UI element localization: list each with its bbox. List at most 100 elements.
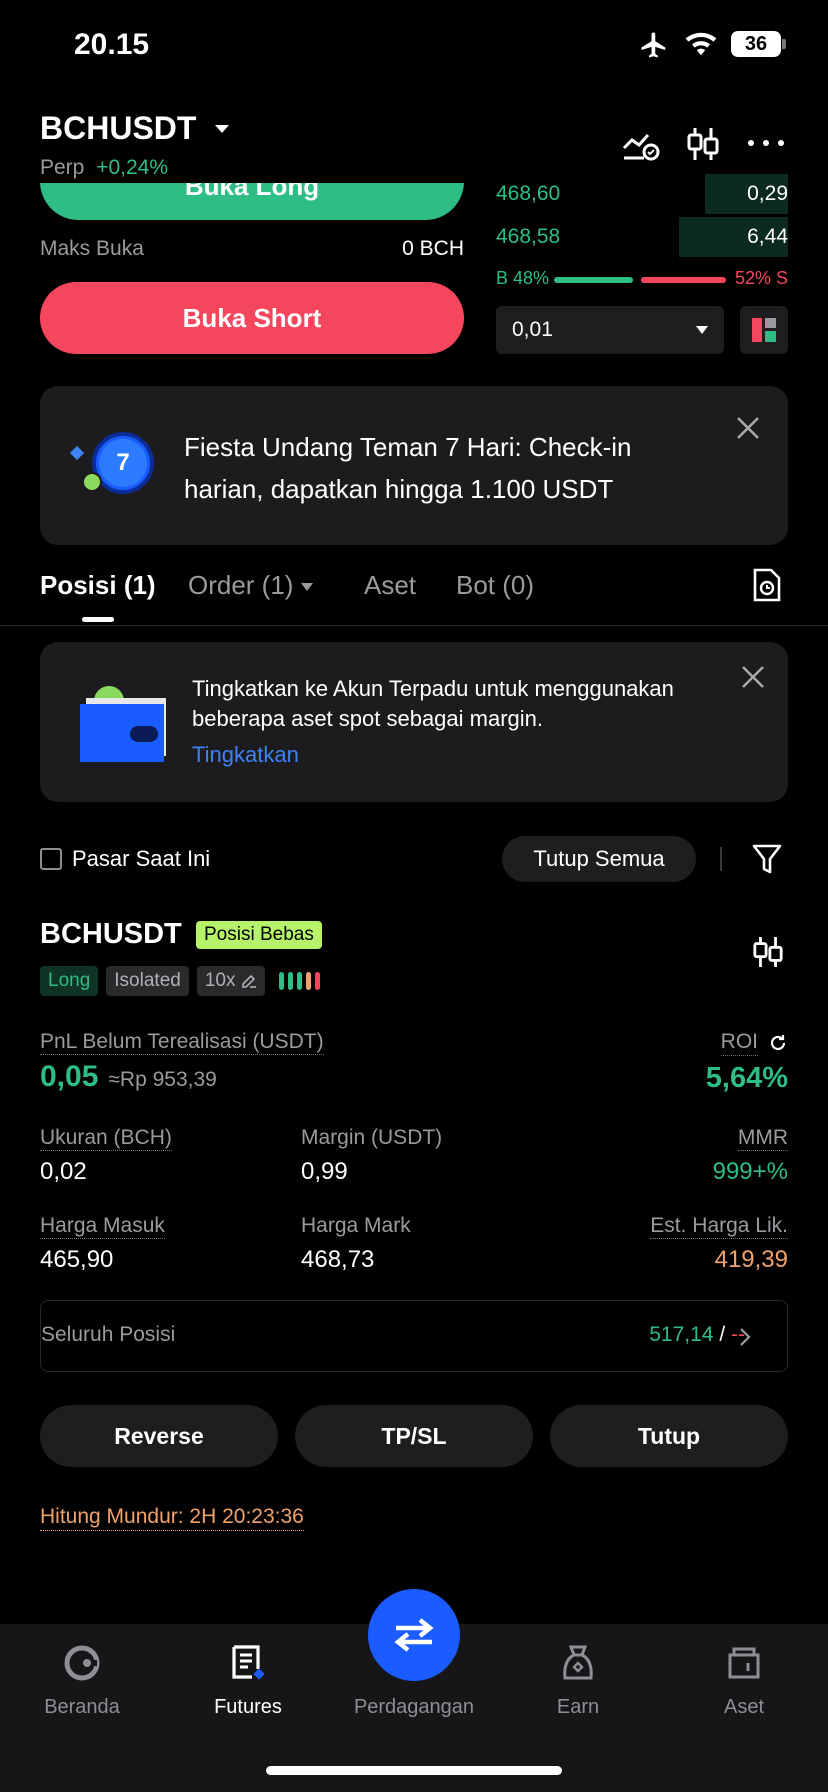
nav-assets[interactable]: Aset [669,1640,819,1719]
tab-active-indicator [82,617,114,622]
pnl-value-row: 0,05 ≈Rp 953,39 [40,1060,217,1094]
full-position-values: 517,14 / -- [649,1323,745,1347]
sell-short-label: Buka Short [182,302,322,333]
sell-short-button[interactable]: Buka Short [40,282,464,354]
home-icon [64,1645,100,1681]
tpsl-label: TP/SL [381,1422,447,1449]
close-icon[interactable] [742,666,764,688]
caret-down-icon [301,582,314,591]
reverse-button[interactable]: Reverse [40,1405,278,1467]
full-position-sep: / [719,1323,726,1346]
candlestick-icon[interactable] [686,126,720,162]
filter-icon[interactable] [752,843,782,875]
pnl-idr: ≈Rp 953,39 [108,1068,217,1091]
chart-line-icon[interactable] [622,128,660,162]
risk-level-icon [279,972,321,990]
dot [763,140,769,146]
orderbook-layout-icon [752,318,776,342]
position-symbol[interactable]: BCHUSDT [40,918,182,951]
nav-earn[interactable]: Earn [503,1640,653,1719]
close-icon[interactable] [736,416,760,440]
wifi-icon [685,32,717,56]
tab-bots-label: Bot (0) [456,570,535,600]
risk-bar [297,972,303,990]
symbol-title: BCHUSDT [40,110,197,146]
countdown[interactable]: Hitung Mundur: 2H 20:23:36 [40,1505,304,1531]
sell-ratio-label: 52% S [734,268,788,288]
close-position-button[interactable]: Tutup [550,1405,788,1467]
checkbox-box [40,848,62,870]
layout-toggle[interactable] [740,306,788,354]
pnl-label-text: PnL Belum Terealisasi (USDT) [40,1030,324,1055]
futures-icon [232,1645,265,1680]
promo-banner[interactable]: 7 Fiesta Undang Teman 7 Hari: Check-in h… [40,386,788,545]
mmr-value: 999+% [712,1158,788,1185]
margin-value: 0,99 [301,1158,348,1185]
symbol-selector[interactable]: BCHUSDT [40,110,230,147]
upgrade-text: Tingkatkan ke Akun Terpadu untuk menggun… [192,676,674,731]
orderbook-price: 468,60 [496,182,561,205]
buy-long-button[interactable]: Buka Long [40,183,464,220]
close-all-button[interactable]: Tutup Semua [502,836,696,882]
sell-ratio-bar [640,277,726,283]
max-open-label: Maks Buka [40,237,144,260]
full-position-label: Seluruh Posisi [41,1323,176,1346]
nav-assets-label: Aset [723,1696,765,1718]
upgrade-link[interactable]: Tingkatkan [192,742,299,768]
buy-sell-ratio: B 48% 52% S [496,268,788,292]
risk-bar [315,972,321,990]
dot [778,140,784,146]
max-open-value: 0 BCH [402,237,464,260]
nav-futures[interactable]: Futures [173,1640,323,1719]
position-badge: Posisi Bebas [196,921,322,949]
clock: 20.15 [74,28,150,61]
status-bar: 20.15 36 [0,0,828,90]
price-change-overlay: +0,24% [96,156,169,179]
promo-badge: 7 [116,449,130,476]
full-position-row[interactable]: Seluruh Posisi 517,14 / -- [40,1300,788,1372]
liq-value: 419,39 [714,1246,788,1273]
nav-futures-label: Futures [214,1696,282,1718]
countdown-text: Hitung Mundur: 2H 20:23:36 [40,1505,304,1528]
buy-ratio-label: B 48% [496,268,550,288]
current-market-checkbox[interactable]: Pasar Saat Ini [40,846,210,872]
tab-bots[interactable]: Bot (0) [456,570,534,601]
tab-positions[interactable]: Posisi (1) [40,570,156,601]
leverage-tag[interactable]: 10x [196,966,266,996]
full-position-value: 517,14 [649,1323,714,1346]
risk-bar [279,972,285,990]
orderbook-row[interactable]: 468,60 0,29 [496,174,788,214]
battery-cap [782,39,786,49]
entry-label-text: Harga Masuk [40,1214,165,1239]
dot [748,140,754,146]
roi-label[interactable]: ROI [720,1030,788,1056]
tab-orders-label: Order (1) [188,570,294,600]
wallet-icon [80,686,170,762]
precision-value: 0,01 [512,318,553,341]
size-label: Ukuran (BCH) [40,1126,172,1151]
promo-text: Fiesta Undang Teman 7 Hari: Check-in har… [184,432,632,504]
history-document-icon[interactable] [752,568,782,602]
tab-assets[interactable]: Aset [364,570,416,601]
checkbox-label: Pasar Saat Ini [72,846,211,871]
buy-ratio-bar [554,277,633,283]
tpsl-button[interactable]: TP/SL [295,1405,533,1467]
entry-label: Harga Masuk [40,1214,165,1239]
nav-home[interactable]: Beranda [7,1640,157,1719]
tab-positions-label: Posisi (1) [40,570,156,600]
chart-icon[interactable] [752,935,784,969]
subtitle-overlay: Perp +0,24% [40,156,168,180]
nav-trade[interactable]: Perdagangan [339,1640,489,1719]
mmr-label: MMR [737,1126,788,1151]
tab-orders[interactable]: Order (1) [188,570,314,601]
pnl-value: 0,05 [40,1060,99,1093]
orderbook-qty: 6,44 [747,225,788,248]
more-options-icon[interactable] [748,140,784,146]
caret-down-icon [215,124,230,133]
sparkle-icon [69,445,85,461]
orderbook-row[interactable]: 468,58 6,44 [496,217,788,257]
divider [720,847,722,871]
buy-long-label: Buka Long [184,183,320,201]
size-label-text: Ukuran (BCH) [40,1126,172,1151]
precision-select[interactable]: 0,01 [496,306,724,354]
